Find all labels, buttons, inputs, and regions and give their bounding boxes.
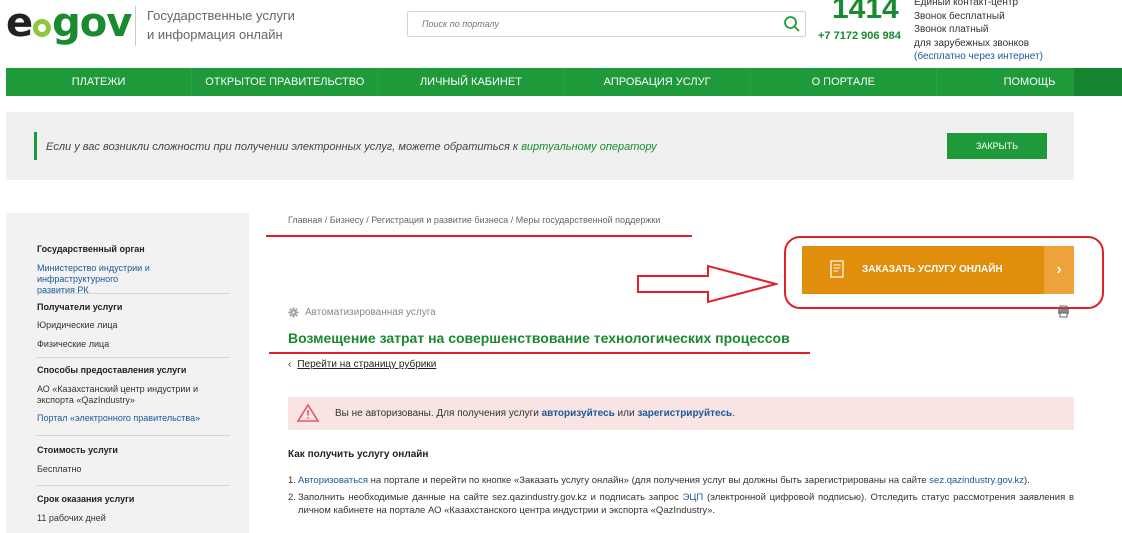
sidebar-value: Физические лица xyxy=(37,339,110,349)
virtual-operator-link[interactable]: виртуальному оператору xyxy=(521,141,656,153)
tagline-line1: Государственные услуги xyxy=(147,8,295,23)
nav-item-open-government[interactable]: Открытое правительство xyxy=(192,68,379,96)
alert-text: Вы не авторизованы. Для получения услуги… xyxy=(335,408,735,419)
register-link[interactable]: зарегистрируйтесь xyxy=(637,408,732,419)
notice-banner: Если у вас возникли сложности при получе… xyxy=(6,112,1074,180)
contact-center-number[interactable]: 1414 xyxy=(832,0,899,26)
automated-service-label: Автоматизированная услуга xyxy=(288,307,436,318)
eds-link[interactable]: ЭЦП xyxy=(683,492,704,503)
breadcrumb[interactable]: Главная / Бизнесу / Регистрация и развит… xyxy=(288,215,660,225)
nav-item-cabinet[interactable]: Личный кабинет xyxy=(378,68,565,96)
site-tagline: Государственные услуги и информация онла… xyxy=(135,6,295,46)
list-item: 2. Заполнить необходимые данные на сайте… xyxy=(288,491,1074,517)
logo-dot-icon xyxy=(33,19,52,37)
main-nav: Платежи Открытое правительство Личный ка… xyxy=(6,68,1122,96)
contact-line: Единый контакт-центр xyxy=(914,0,1019,8)
notice-text: Если у вас возникли сложности при получе… xyxy=(46,141,657,153)
alert-message: . xyxy=(732,408,735,419)
logo-gov: gov xyxy=(52,0,132,46)
chevron-left-icon: ‹ xyxy=(288,359,292,370)
annotation-arrow-icon xyxy=(637,264,778,304)
contact-info: Единый контакт-центр Звонок бесплатный З… xyxy=(914,0,1043,64)
step-number: 2. xyxy=(288,492,296,503)
contact-line: Звонок бесплатный xyxy=(914,10,1005,22)
sidebar-gov-body: Государственный орган Министерство индус… xyxy=(37,244,230,296)
back-link-label: Перейти на страницу рубрики xyxy=(297,359,437,370)
sidebar-heading: Получатели услуги xyxy=(37,302,123,312)
nav-extra xyxy=(1074,68,1122,96)
sidebar-value: Бесплатно xyxy=(37,464,82,474)
close-button[interactable]: Закрыть xyxy=(947,133,1047,159)
nav-item-about[interactable]: О портале xyxy=(751,68,937,96)
page-title: Возмещение затрат на совершенствование т… xyxy=(288,330,790,346)
tagline-line2: и информация онлайн xyxy=(147,27,283,42)
sidebar-heading: Срок оказания услуги xyxy=(37,494,135,504)
sidebar-value: Юридические лица xyxy=(37,320,118,330)
alert-message: или xyxy=(614,408,638,419)
step-text: ). xyxy=(1023,475,1030,486)
contact-phone[interactable]: +7 7172 906 984 xyxy=(818,30,901,42)
sidebar-heading: Стоимость услуги xyxy=(37,445,118,455)
sidebar-value: АО «Казахстанский центр индустрии и xyxy=(37,384,198,394)
step-text: на портале и перейти по кнопке «Заказать… xyxy=(368,475,930,486)
sidebar-value: 11 рабочих дней xyxy=(37,513,106,523)
logo-e: e xyxy=(6,0,33,46)
back-to-category-link[interactable]: ‹ Перейти на страницу рубрики xyxy=(288,359,436,370)
contact-line: Звонок платный xyxy=(914,24,989,35)
nav-item-approbation[interactable]: Апробация услуг xyxy=(565,68,751,96)
document-icon xyxy=(830,260,844,278)
search-input[interactable] xyxy=(408,12,768,36)
login-link[interactable]: авторизуйтесь xyxy=(542,408,615,419)
contact-line: (бесплатно через интернет) xyxy=(914,51,1043,62)
annotation-underline xyxy=(269,352,810,354)
sidebar-gov-body-link[interactable]: Министерство индустрии и инфраструктурно… xyxy=(37,263,230,285)
sidebar-portal-link[interactable]: Портал «электронного правительства» xyxy=(37,413,230,424)
sidebar-divider xyxy=(37,485,230,486)
sidebar-term: Срок оказания услуги 11 рабочих дней xyxy=(37,494,230,524)
sidebar-heading: Способы предоставления услуги xyxy=(37,365,187,375)
sidebar-divider xyxy=(37,357,230,358)
howto-heading: Как получить услугу онлайн xyxy=(288,449,429,460)
search-icon[interactable] xyxy=(783,15,801,33)
list-item: 1. Авторизоваться на портале и перейти п… xyxy=(288,474,1074,487)
sez-site-link[interactable]: sez.qazindustry.gov.kz xyxy=(929,475,1024,486)
egov-logo[interactable]: e gov xyxy=(6,0,132,46)
print-icon[interactable] xyxy=(1057,305,1070,318)
alert-message: Вы не авторизованы. Для получения услуги xyxy=(335,408,542,419)
sidebar-cost: Стоимость услуги Бесплатно xyxy=(37,445,230,475)
annotation-underline xyxy=(266,235,692,237)
sidebar-heading: Государственный орган xyxy=(37,244,145,254)
sidebar-value: экспорта «QazIndustry» xyxy=(37,395,135,405)
howto-steps: 1. Авторизоваться на портале и перейти п… xyxy=(288,474,1074,521)
gear-icon xyxy=(288,307,299,318)
sidebar-divider xyxy=(37,435,230,436)
step-text: Заполнить необходимые данные на сайте se… xyxy=(298,492,683,503)
notice-accent xyxy=(34,132,37,160)
service-sidebar: Государственный орган Министерство индус… xyxy=(6,213,249,533)
sidebar-recipients: Получатели услуги Юридические лица Физич… xyxy=(37,302,230,350)
nav-item-payments[interactable]: Платежи xyxy=(6,68,193,96)
sidebar-gov-body-link[interactable]: развития РК xyxy=(37,285,230,296)
sidebar-divider xyxy=(37,293,230,294)
notice-message: Если у вас возникли сложности при получе… xyxy=(46,141,522,153)
search-box xyxy=(407,11,806,37)
chevron-right-icon: › xyxy=(1044,246,1074,294)
warning-icon xyxy=(296,403,320,422)
step-number: 1. xyxy=(288,475,296,486)
order-service-online-button[interactable]: Заказать услугу онлайн › xyxy=(802,246,1074,294)
authorize-link[interactable]: Авторизоваться xyxy=(298,475,368,486)
auto-label-text: Автоматизированная услуга xyxy=(305,307,436,318)
sidebar-methods: Способы предоставления услуги АО «Казахс… xyxy=(37,365,230,424)
contact-line: для зарубежных звонков xyxy=(914,37,1030,49)
order-button-label: Заказать услугу онлайн xyxy=(862,264,1003,275)
auth-alert: Вы не авторизованы. Для получения услуги… xyxy=(288,397,1074,430)
